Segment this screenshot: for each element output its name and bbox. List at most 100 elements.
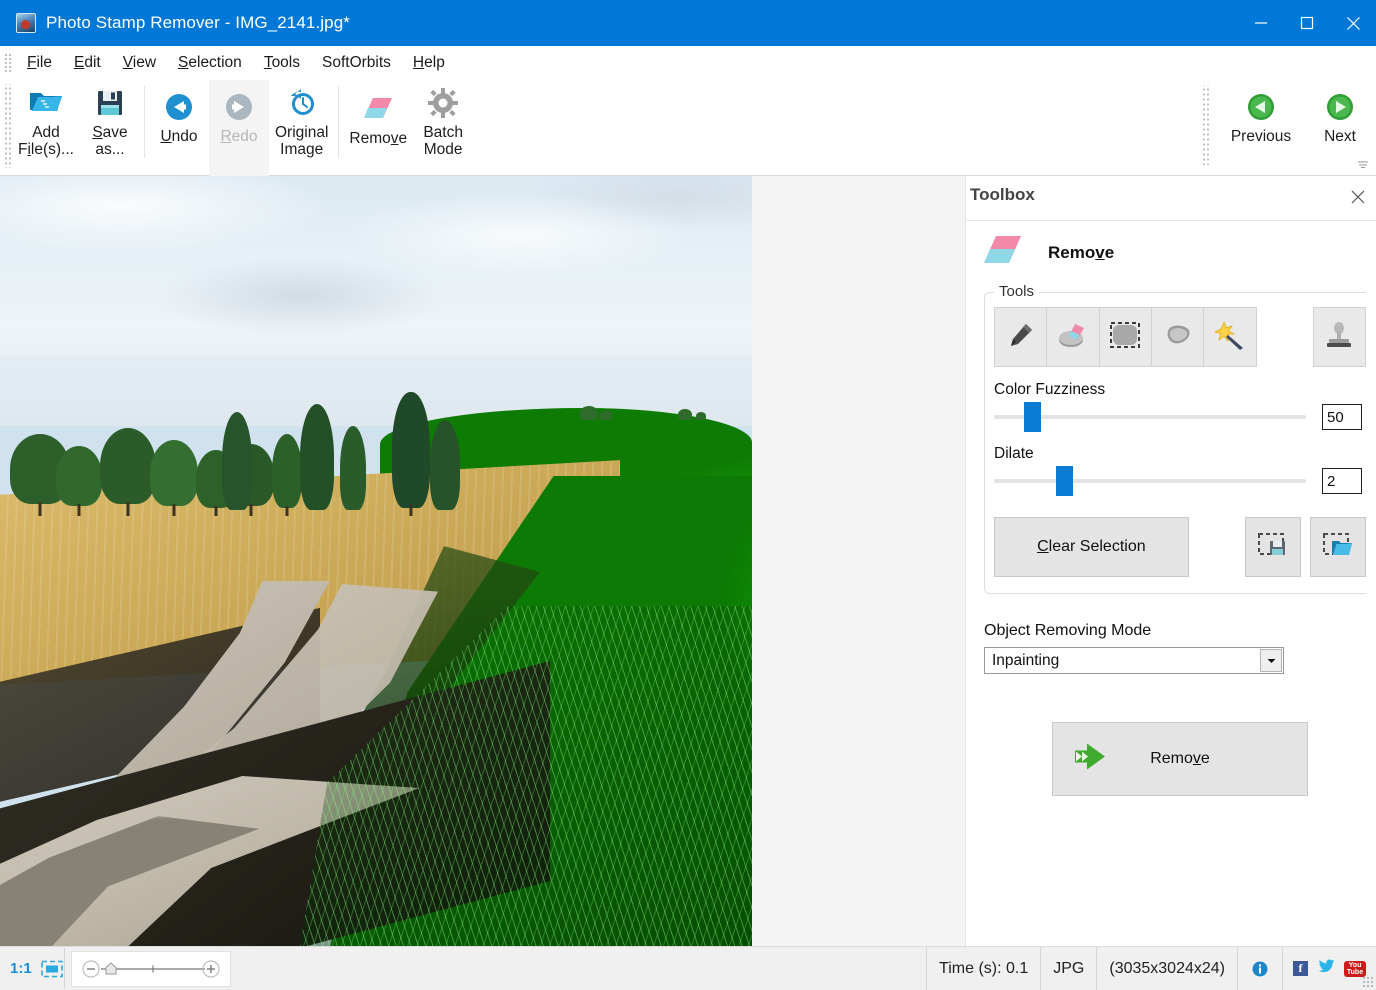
toolbar-batch-mode-label-2: Mode <box>424 141 463 158</box>
toolbar-previous-label: Previous <box>1231 128 1291 145</box>
menu-edit[interactable]: Edit <box>63 52 112 74</box>
color-fuzziness-slider[interactable] <box>994 403 1306 431</box>
chevron-down-icon[interactable] <box>1260 649 1282 672</box>
minimize-button[interactable] <box>1238 0 1284 46</box>
toolbar-original-image-button[interactable]: Original Image <box>269 80 334 174</box>
toolbox-header: Toolbox <box>966 176 1376 221</box>
toolbar-remove-label: Remove <box>349 130 407 147</box>
eraser-icon <box>980 233 1024 272</box>
status-info-icon[interactable] <box>1237 947 1282 990</box>
toolbar-next-label: Next <box>1324 128 1356 145</box>
menu-tools[interactable]: Tools <box>253 52 311 74</box>
dilate-label: Dilate <box>994 445 1366 463</box>
close-button[interactable] <box>1330 0 1376 46</box>
eraser-icon <box>361 92 395 126</box>
green-left-arrow-icon <box>1246 90 1276 124</box>
toolbox-body: Remove Tools <box>966 221 1376 796</box>
clear-selection-button[interactable]: Clear Selection <box>994 517 1189 577</box>
object-removing-mode-value: Inpainting <box>985 652 1059 670</box>
selection-actions-row: Clear Selection <box>985 517 1366 577</box>
facebook-icon[interactable]: f <box>1293 961 1308 976</box>
toolbar-drag-handle[interactable] <box>3 84 12 168</box>
application-window: Photo Stamp Remover - IMG_2141.jpg* FFil… <box>0 0 1376 989</box>
canvas-background <box>752 176 965 946</box>
slider-thumb[interactable] <box>1024 402 1041 432</box>
toolbar-save-as-label-1: Save <box>92 124 127 141</box>
save-selection-icon <box>1257 531 1289 564</box>
marker-pen-icon <box>1006 320 1036 355</box>
youtube-label-1: You <box>1349 962 1362 969</box>
fit-to-window-icon[interactable] <box>40 959 64 979</box>
maximize-button[interactable] <box>1284 0 1330 46</box>
status-separator-1 <box>64 948 65 989</box>
zoom-slider[interactable] <box>71 951 231 987</box>
tools-group-legend: Tools <box>994 283 1039 300</box>
toolbox-section-title: Remove <box>1048 243 1114 263</box>
menu-selection[interactable]: Selection <box>167 52 253 74</box>
title-bar: Photo Stamp Remover - IMG_2141.jpg* <box>0 0 1376 46</box>
slider-thumb[interactable] <box>1056 466 1073 496</box>
toolbox-close-icon[interactable] <box>1348 187 1368 207</box>
tools-button-row <box>985 307 1366 367</box>
main-toolbar: Add File(s)... Save as... <box>0 80 1376 176</box>
toolbar-previous-button[interactable]: Previous <box>1218 80 1304 178</box>
menu-help[interactable]: Help <box>402 52 456 74</box>
toolbar-remove-button[interactable]: Remove <box>343 80 413 180</box>
stamp-icon <box>1324 320 1354 355</box>
toolbar-undo-button[interactable]: Undo <box>149 80 209 178</box>
toolbar-separator-2 <box>338 86 339 158</box>
rectangle-select-tool-button[interactable] <box>1099 307 1152 367</box>
photo-image[interactable] <box>0 176 752 946</box>
menu-softorbits[interactable]: SoftOrbits <box>311 52 402 74</box>
object-removing-mode-select[interactable]: Inpainting <box>984 647 1284 674</box>
green-right-arrow-icon <box>1325 90 1355 124</box>
green-arrow-icon <box>1069 740 1113 779</box>
undo-arrow-icon <box>164 90 194 124</box>
dilate-value[interactable]: 2 <box>1322 468 1362 494</box>
toolbar-batch-mode-button[interactable]: Batch Mode <box>413 80 473 174</box>
photo-treeline <box>0 386 560 516</box>
toolbar-redo-button[interactable]: Redo <box>209 80 269 178</box>
marker-tool-button[interactable] <box>994 307 1047 367</box>
menu-file[interactable]: FFileile <box>16 52 63 74</box>
load-selection-icon <box>1322 531 1354 564</box>
toolbar-navigation-group: Previous Next <box>1199 80 1376 175</box>
toolbox-section-header: Remove <box>966 221 1376 282</box>
gear-icon <box>428 86 458 120</box>
magic-wand-tool-button[interactable] <box>1203 307 1256 367</box>
color-fuzziness-value[interactable]: 50 <box>1322 404 1362 430</box>
toolbar-add-files-label-1: Add <box>32 124 60 141</box>
youtube-label-2: Tube <box>1347 969 1363 976</box>
save-selection-button[interactable] <box>1245 517 1301 577</box>
magic-wand-icon <box>1214 320 1246 355</box>
dilate-row: 2 <box>985 467 1366 495</box>
eraser-tool-button[interactable] <box>1046 307 1099 367</box>
remove-action-button[interactable]: Remove <box>1052 722 1308 796</box>
status-dimensions: (3035x3024x24) <box>1096 947 1237 990</box>
toolbox-title: Toolbox <box>970 185 1035 205</box>
load-selection-button[interactable] <box>1310 517 1366 577</box>
toolbar-batch-mode-label-1: Batch <box>423 124 463 141</box>
resize-grip[interactable] <box>1362 976 1374 988</box>
menu-view[interactable]: View <box>112 52 167 74</box>
zoom-ratio-label[interactable]: 1:1 <box>10 960 32 977</box>
status-bar: 1:1 Time (s): 0.1 JPG <box>0 946 1376 990</box>
status-format: JPG <box>1040 947 1096 990</box>
floppy-disk-icon <box>95 86 125 120</box>
menu-bar: FFileile Edit View Selection Tools SoftO… <box>0 46 1376 80</box>
toolbar-original-image-label-1: Original <box>275 124 328 141</box>
toolbar-next-button[interactable]: Next <box>1304 80 1376 178</box>
twitter-icon[interactable] <box>1317 959 1335 979</box>
clock-history-icon <box>287 86 317 120</box>
tools-group: Tools <box>984 292 1366 594</box>
toolbar-undo-label: Undo <box>160 128 197 145</box>
toolbar-save-as-button[interactable]: Save as... <box>80 80 140 174</box>
youtube-icon[interactable]: You Tube <box>1344 961 1366 977</box>
menubar-drag-handle[interactable] <box>3 52 12 74</box>
toolbar-redo-label: Redo <box>220 128 257 145</box>
lasso-tool-button[interactable] <box>1151 307 1204 367</box>
clone-stamp-tool-button[interactable] <box>1313 307 1366 367</box>
image-canvas-area[interactable] <box>0 176 965 946</box>
toolbar-add-files-button[interactable]: Add File(s)... <box>12 80 80 174</box>
dilate-slider[interactable] <box>994 467 1306 495</box>
